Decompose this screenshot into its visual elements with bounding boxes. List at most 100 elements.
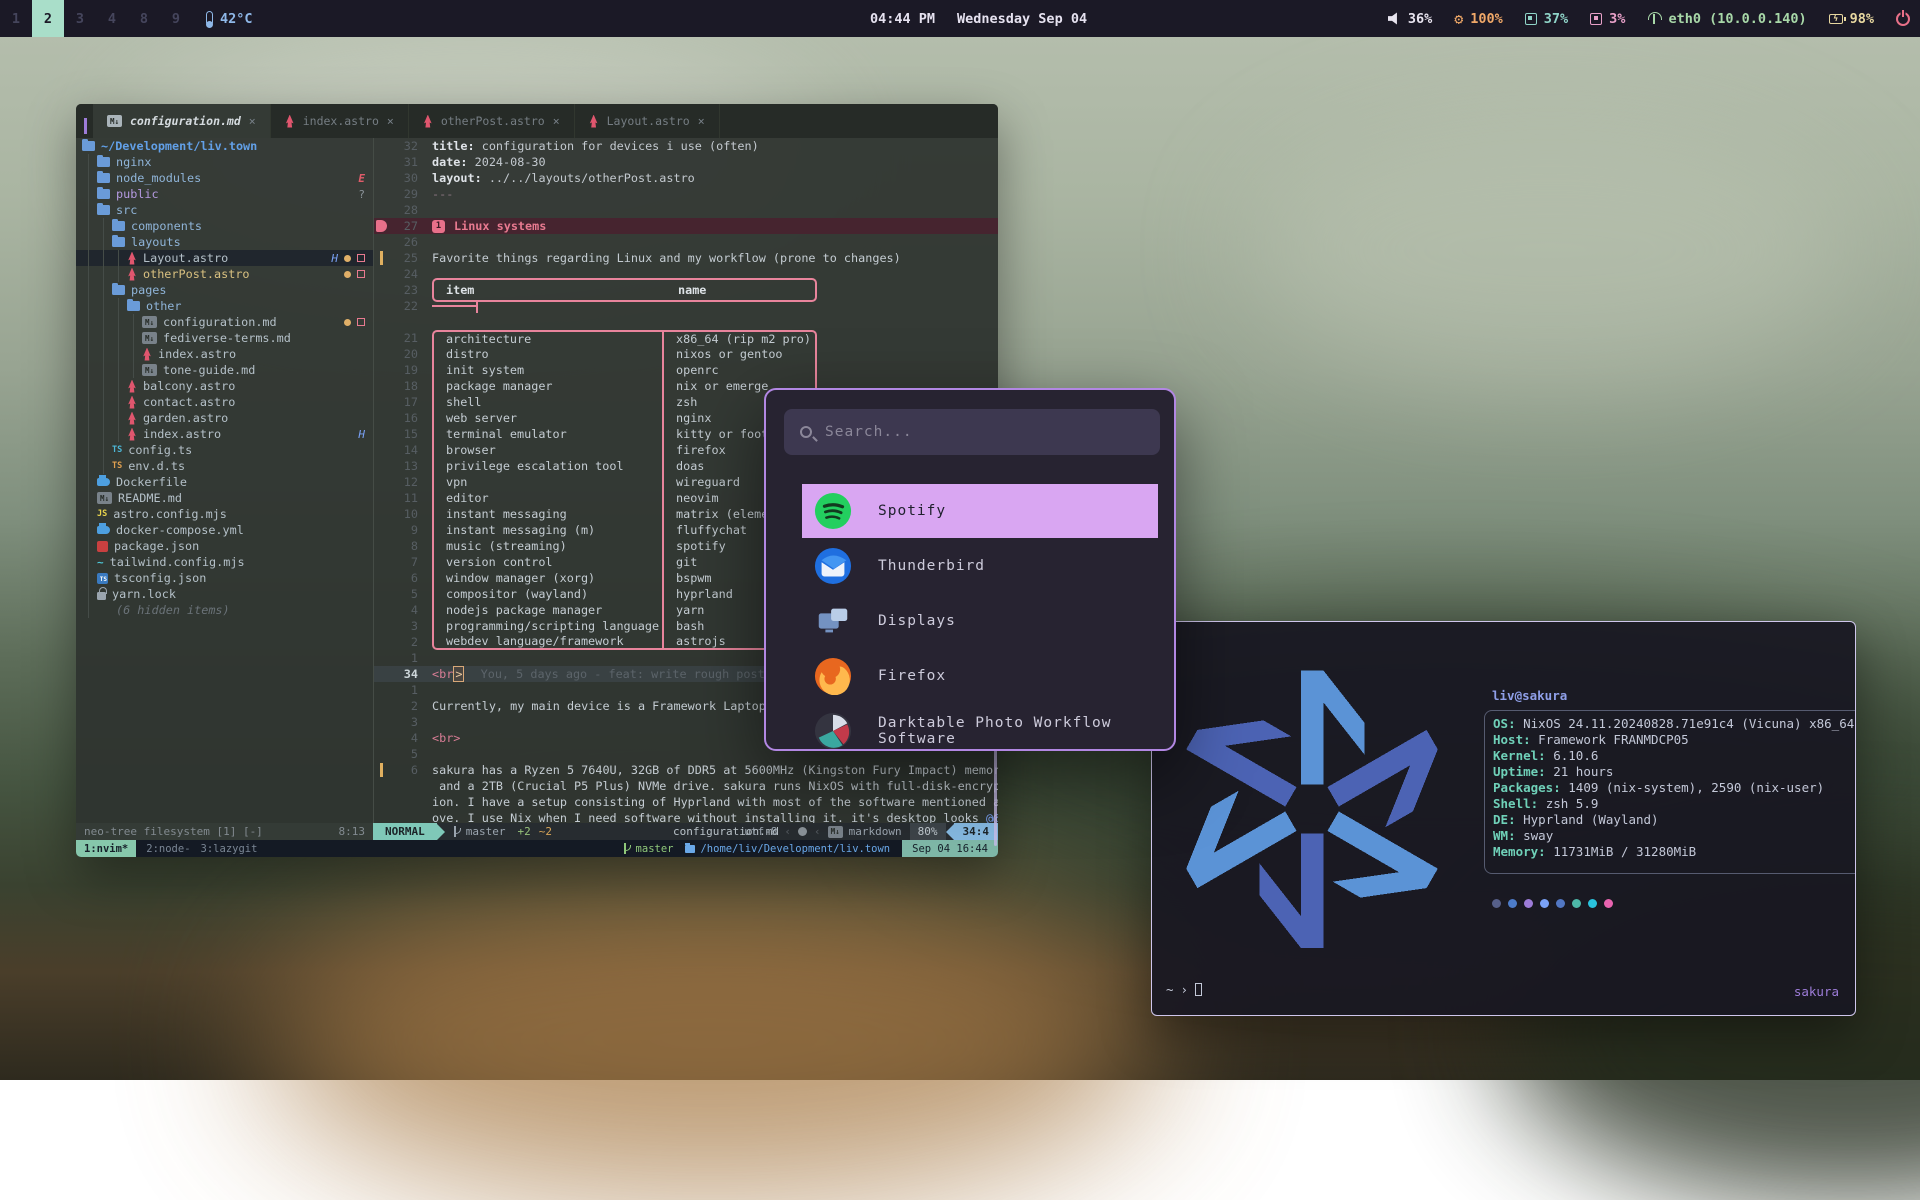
tree-item-tone-guide.md[interactable]: M↓tone-guide.md [76, 362, 373, 378]
harpoon-mark: H [331, 252, 338, 265]
table-cell-item: programming/scripting language [434, 618, 664, 634]
displays-icon [814, 602, 852, 640]
launcher-item-displays[interactable]: Displays [802, 594, 1158, 648]
tree-item-tailwind.config.mjs[interactable]: ~tailwind.config.mjs [76, 554, 373, 570]
line-number: 19 [388, 363, 418, 377]
tree-item-yarn.lock[interactable]: yarn.lock [76, 586, 373, 602]
tree-item-fediverse-terms.md[interactable]: M↓fediverse-terms.md [76, 330, 373, 346]
line-number: 26 [388, 235, 418, 249]
launcher-item-darktable[interactable]: Darktable Photo Workflow Software [802, 704, 1158, 751]
tab-label: index.astro [303, 114, 379, 128]
powerline-arrow [946, 824, 954, 840]
tree-item-balcony.astro[interactable]: balcony.astro [76, 378, 373, 394]
workspace-switcher: 123489 [0, 0, 192, 37]
modified-dot-icon [344, 271, 351, 278]
tree-item-components[interactable]: components [76, 218, 373, 234]
line-number: 5 [388, 747, 418, 761]
power-button[interactable] [1896, 12, 1910, 26]
tree-item-README.md[interactable]: M↓README.md [76, 490, 373, 506]
astro-icon [127, 428, 137, 441]
close-icon[interactable]: × [249, 114, 256, 128]
body-text: Favorite things regarding Linux and my w… [432, 251, 901, 265]
filetype-value: markdown [849, 825, 902, 838]
tmux-window[interactable]: 3:lazygit [201, 843, 258, 855]
unstaged-square-icon [357, 318, 365, 326]
workspace-button-8[interactable]: 8 [128, 0, 160, 37]
tree-item-node_modules[interactable]: node_modulesE [76, 170, 373, 186]
tree-item-Dockerfile[interactable]: Dockerfile [76, 474, 373, 490]
tree-item-configuration.md[interactable]: M↓configuration.md [76, 314, 373, 330]
modified-dot-icon [344, 255, 351, 262]
workspace-button-2[interactable]: 2 [32, 0, 64, 37]
tree-item-other[interactable]: other [76, 298, 373, 314]
tree-item-src[interactable]: src [76, 202, 373, 218]
editor-line: 25Favorite things regarding Linux and my… [374, 250, 998, 266]
editor-line: 31date: 2024-08-30 [374, 154, 998, 170]
editor-tab-Layout.astro[interactable]: Layout.astro× [575, 104, 720, 138]
tree-item-env.d.ts[interactable]: TSenv.d.ts [76, 458, 373, 474]
network-indicator[interactable]: eth0 (10.0.0.140) [1647, 11, 1806, 27]
tmux-window-active[interactable]: 1:nvim* [76, 840, 136, 857]
fetch-terminal-window: liv@sakura OS: NixOS 24.11.20240828.71e9… [1151, 621, 1856, 1016]
astro-icon [127, 268, 137, 281]
shell-prompt[interactable]: ~ › [1166, 982, 1202, 997]
editor-line: 29--- [374, 186, 998, 202]
tmux-window[interactable]: 2:node- [146, 843, 190, 855]
tree-item-Layout.astro[interactable]: Layout.astroH [76, 250, 373, 266]
memory-indicator[interactable]: 3% [1590, 11, 1625, 27]
editor-line: 6sakura has a Ryzen 5 7640U, 32GB of DDR… [374, 762, 998, 778]
close-icon[interactable]: × [553, 114, 560, 128]
tree-item-markers: H [358, 428, 365, 441]
tree-item-package.json[interactable]: package.json [76, 538, 373, 554]
astro-icon [285, 115, 295, 128]
tree-item-label: tailwind.config.mjs [110, 555, 245, 569]
tree-item-astro.config.mjs[interactable]: JSastro.config.mjs [76, 506, 373, 522]
harpoon-mark: H [358, 428, 365, 441]
battery-indicator[interactable]: ϟ98% [1829, 11, 1874, 27]
workspace-button-3[interactable]: 3 [64, 0, 96, 37]
tree-item-contact.astro[interactable]: contact.astro [76, 394, 373, 410]
tree-item-config.ts[interactable]: TSconfig.ts [76, 442, 373, 458]
tree-item-Developmentliv.town[interactable]: ~/Development/liv.town [76, 138, 373, 154]
editor-tab-otherPost.astro[interactable]: otherPost.astro× [409, 104, 575, 138]
docker-icon [97, 478, 110, 486]
markdown-icon: M↓ [142, 364, 157, 376]
launcher-item-label: Darktable Photo Workflow Software [878, 715, 1158, 747]
memory-icon [1590, 13, 1602, 25]
tree-item-layouts[interactable]: layouts [76, 234, 373, 250]
launcher-search-field[interactable]: Search... [784, 409, 1160, 455]
close-icon[interactable]: × [387, 114, 394, 128]
workspace-button-9[interactable]: 9 [160, 0, 192, 37]
cpu-indicator[interactable]: 37% [1525, 11, 1568, 27]
tree-item-index.astro[interactable]: index.astroH [76, 426, 373, 442]
tree-item-docker-compose.yml[interactable]: docker-compose.yml [76, 522, 373, 538]
workspace-button-4[interactable]: 4 [96, 0, 128, 37]
editor-tab-index.astro[interactable]: index.astro × [271, 104, 409, 138]
brightness-indicator[interactable]: ⚙100% [1454, 10, 1503, 28]
tree-item-label: ~/Development/liv.town [101, 139, 257, 153]
close-icon[interactable]: × [698, 114, 705, 128]
volume-indicator[interactable]: 36% [1388, 11, 1432, 27]
fetch-key: Shell [1493, 796, 1531, 812]
tmux-clock: Sep 04 16:44 [902, 840, 998, 857]
tree-item-tsconfig.json[interactable]: TStsconfig.json [76, 570, 373, 586]
tree-item-6hiddenitems[interactable]: (6 hidden items) [76, 602, 373, 618]
tree-item-index.astro[interactable]: index.astro [76, 346, 373, 362]
tree-item-otherPost.astro[interactable]: otherPost.astro [76, 266, 373, 282]
table-cell-name: neovim [664, 490, 719, 506]
lock-icon [97, 592, 106, 600]
workspace-button-1[interactable]: 1 [0, 0, 32, 37]
tree-item-label: docker-compose.yml [116, 523, 244, 537]
tree-item-garden.astro[interactable]: garden.astro [76, 410, 373, 426]
tree-item-pages[interactable]: pages [76, 282, 373, 298]
fetch-value: 21 hours [1546, 764, 1614, 780]
launcher-item-firefox[interactable]: Firefox [802, 649, 1158, 703]
launcher-item-spotify[interactable]: Spotify [802, 484, 1158, 538]
launcher-item-thunderbird[interactable]: Thunderbird [802, 539, 1158, 593]
tree-item-public[interactable]: public? [76, 186, 373, 202]
frontmatter-delimiter: --- [432, 187, 453, 201]
editor-tab-configuration.md[interactable]: M↓configuration.md× [93, 104, 271, 138]
tree-item-nginx[interactable]: nginx [76, 154, 373, 170]
fetch-key: OS [1493, 716, 1508, 732]
cpu-icon [1525, 13, 1537, 25]
